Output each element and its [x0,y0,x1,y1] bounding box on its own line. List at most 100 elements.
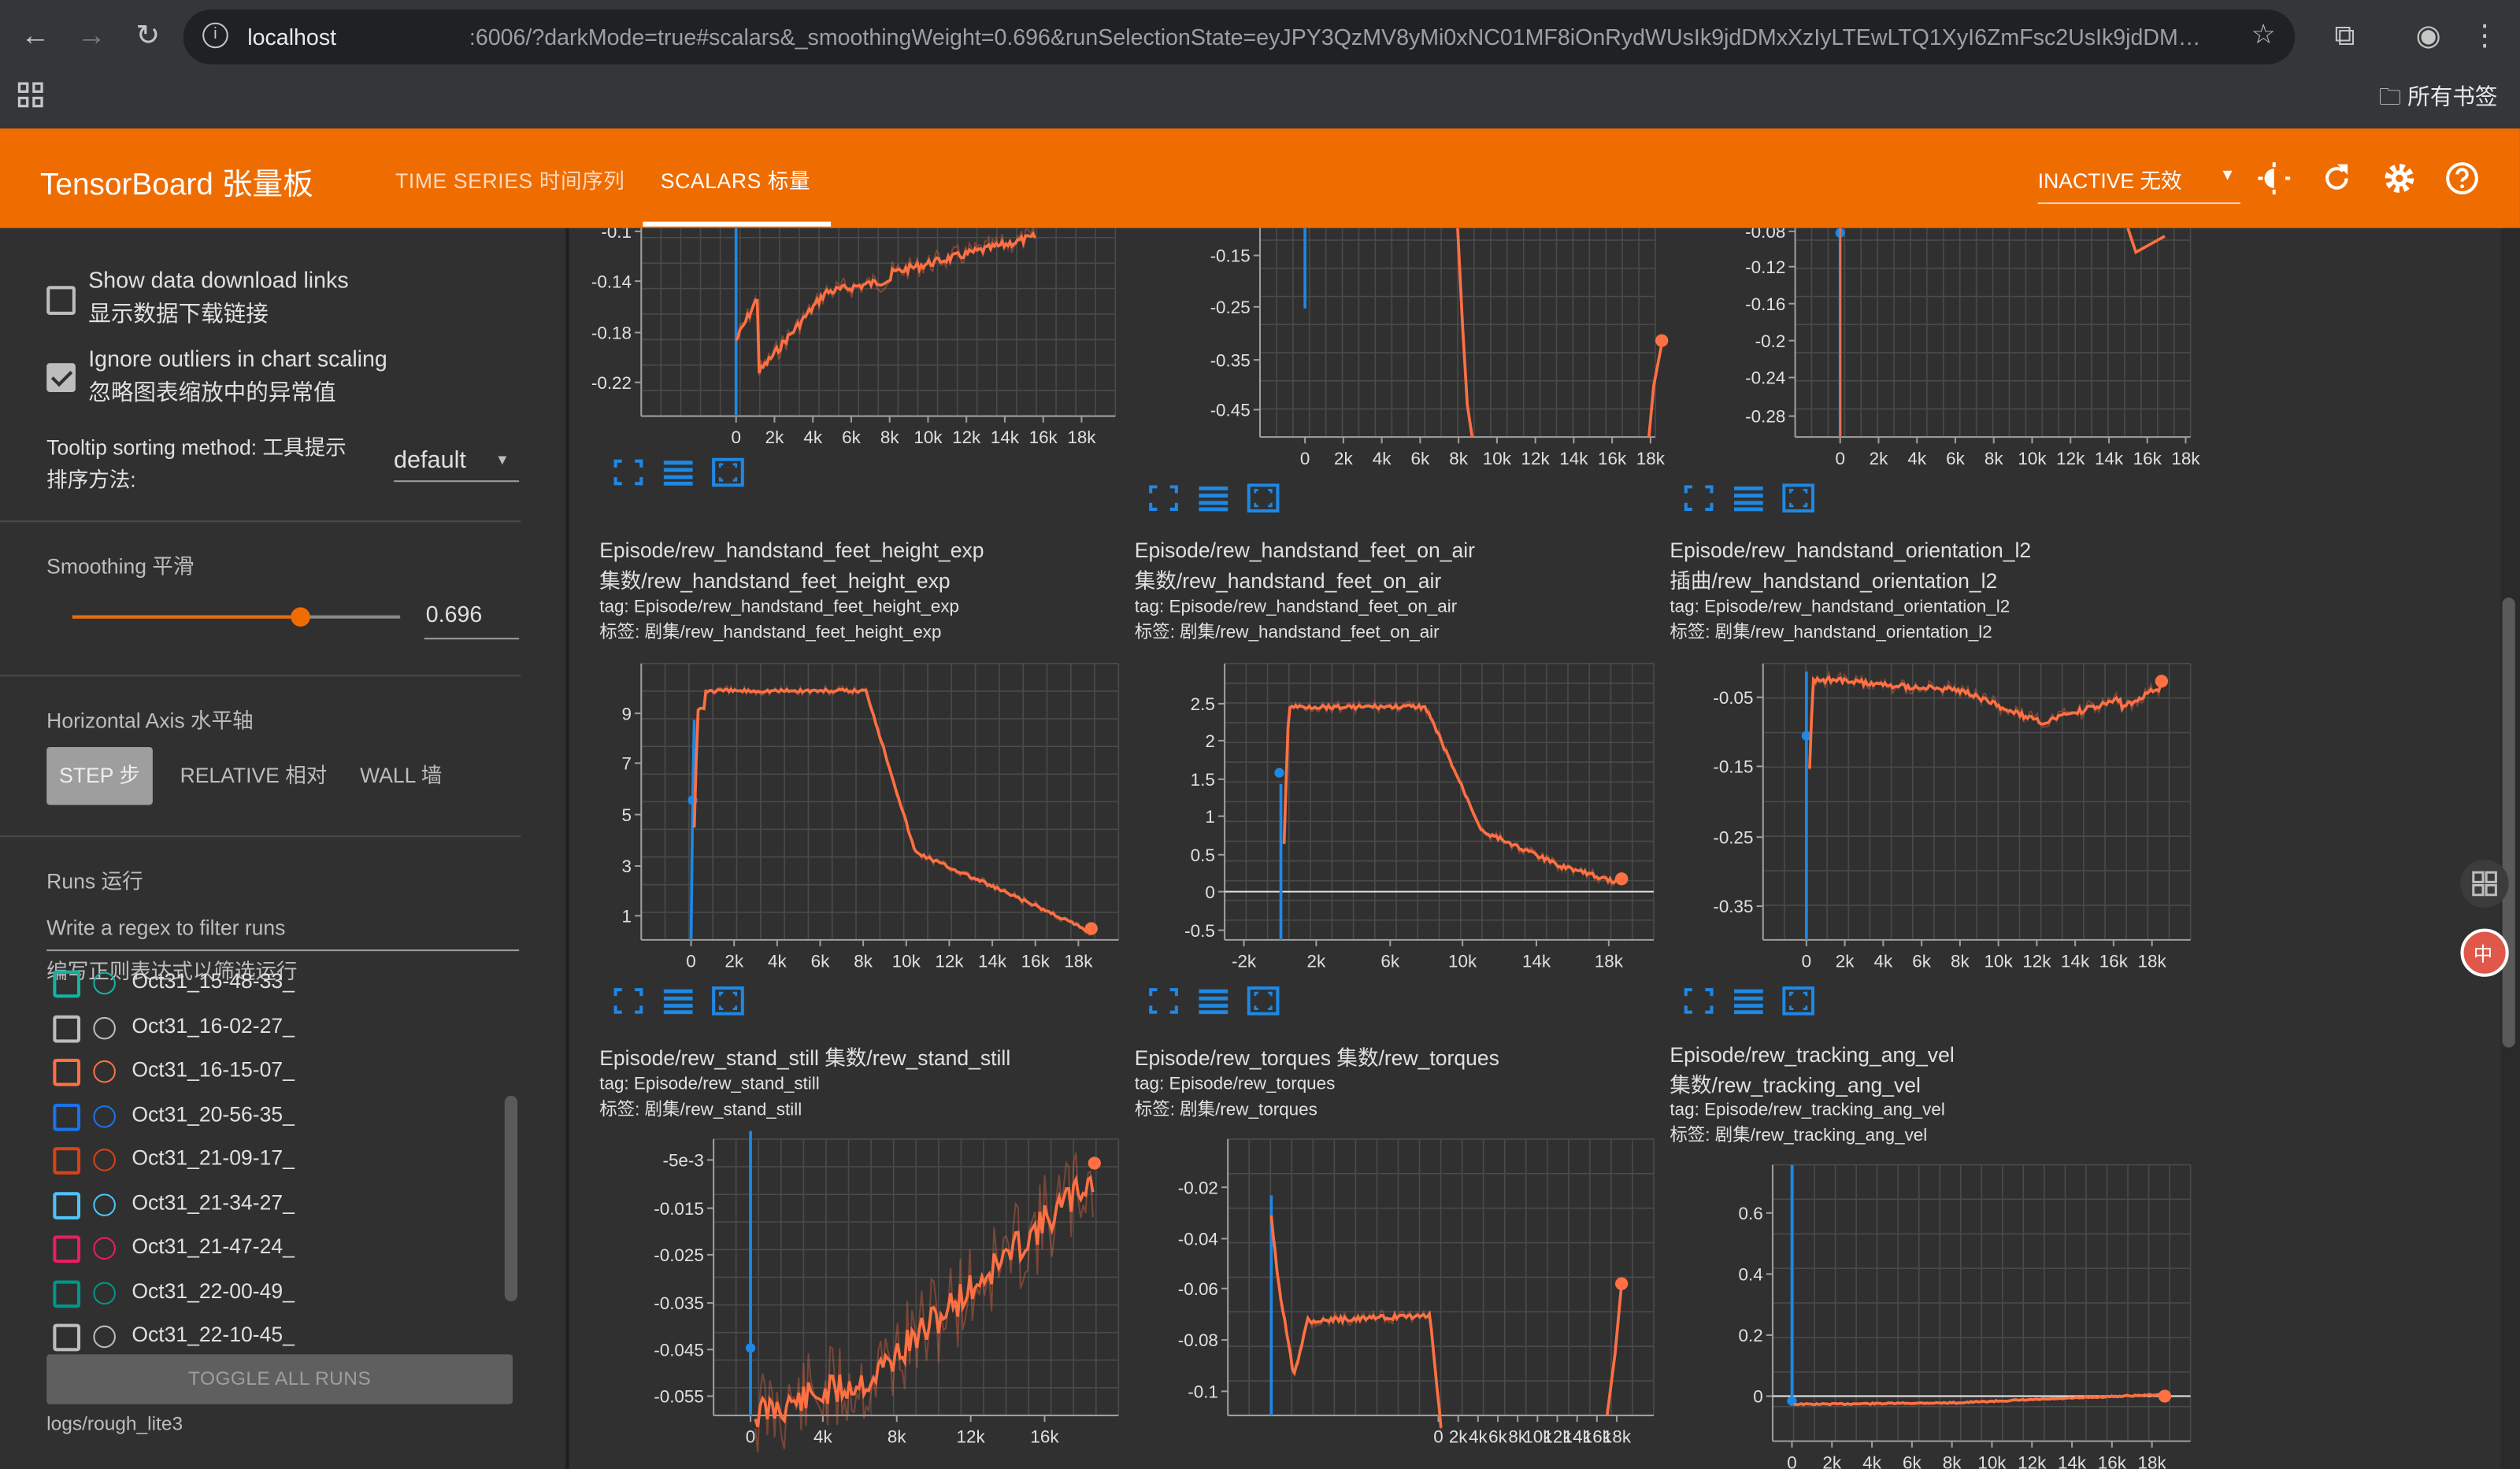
run-item[interactable]: Oct31_21-34-27_ [53,1185,519,1228]
chart-plot[interactable]: 9 7 5 3 1 0 2k 4k 6k 8k 10k 12k 14k 16k 18k [569,656,1123,985]
run-color-dot[interactable] [93,1149,116,1171]
fullscreen-icon[interactable] [613,458,645,487]
x-tick-label: 10k [1483,449,1512,468]
data-table-icon[interactable] [662,458,695,487]
run-color-dot[interactable] [93,971,116,995]
y-tick-label: -0.12 [1745,257,1785,277]
run-checkbox[interactable] [53,1235,81,1264]
page-scrollbar[interactable] [2500,228,2520,1469]
qr-icon[interactable] [2460,859,2509,908]
fullscreen-icon[interactable] [1683,986,1715,1016]
data-table-icon[interactable] [1732,986,1765,1016]
chart-plot[interactable]: -0.02-0.04-0.06-0.08-0.10 2k 4k 6k 8k10k12k1… [1104,1131,1658,1460]
reload-icon[interactable]: ↻ [128,16,167,54]
run-item[interactable]: Oct31_16-02-27_ [53,1008,519,1052]
x-tick-label: 6k [1488,1427,1507,1447]
chart-title: Episode/rew_handstand_feet_height_exp [599,538,984,563]
chart-plot[interactable]: -0.05 -0.15 -0.25 -0.35 0 2k 4k 6k 8k 10k 12k 14k 16… [1640,656,2194,985]
run-item[interactable]: Oct31_21-47-24_ [53,1229,519,1272]
chart-plot[interactable]: -0.08 -0.12 -0.16 -0.2 -0.24 -0.28 0 2k 4k 6k 8k 10… [1640,228,2200,479]
fit-domain-icon[interactable] [1247,483,1280,513]
site-info-icon[interactable]: i [202,22,228,49]
run-checkbox[interactable] [53,1279,81,1308]
run-color-dot[interactable] [93,1016,116,1039]
y-tick-label: -0.08 [1745,228,1785,242]
runs-filter-input[interactable]: Write a regex to filter runs [46,916,520,952]
star-icon[interactable]: ☆ [2251,19,2276,51]
run-checkbox[interactable] [53,970,81,998]
chart-plot[interactable]: 0.6 0.4 0.2 0 0 2k 4k 6k 8k 10k 12k 14k 16k 18k [1640,1156,2194,1469]
chart-plot[interactable]: -0.1 -0.14 -0.18 -0.22 0 2k 4k 6k 8k 10k 12k 14k 16k… [569,228,1123,453]
fullscreen-icon[interactable] [1147,986,1180,1016]
profile-icon[interactable]: ◉ [2409,16,2448,54]
fullscreen-icon[interactable] [1147,483,1180,512]
help-icon[interactable] [2444,161,2480,196]
fit-domain-icon[interactable] [1782,986,1815,1016]
dark-mode-icon[interactable] [2256,161,2292,196]
chart-plot[interactable]: -0.15 -0.25 -0.35 -0.45 0 2k 4k 6k 8k 10k 12k 14k 16… [1104,228,1669,479]
run-list-scrollbar[interactable] [504,1095,518,1302]
run-color-dot[interactable] [93,1325,116,1349]
axis-step-button[interactable]: STEP 步 [46,746,153,805]
plugin-select[interactable]: INACTIVE 无效 ▼ [2037,164,2240,205]
run-checkbox[interactable] [53,1147,81,1175]
apps-icon[interactable] [16,80,45,109]
divider [0,520,521,523]
chart-plot[interactable]: -5e-3 -0.015 -0.025 -0.035 -0.045 -0.055 0 4k 8k… [569,1130,1123,1460]
menu-icon[interactable]: ⋮ [2466,16,2504,54]
fit-domain-icon[interactable] [712,457,744,487]
data-table-icon[interactable] [1197,986,1229,1016]
run-name: Oct31_21-47-24_ [132,1234,295,1258]
data-table-icon[interactable] [1732,483,1765,512]
address-bar[interactable]: i localhost :6006/?darkMode=true#scalars… [183,9,2296,65]
run-item[interactable]: Oct31_16-15-07_ [53,1053,519,1096]
tooltip-sort-select[interactable]: default ▼ [393,443,520,483]
data-table-icon[interactable] [662,986,695,1016]
y-tick-label: 1.5 [1191,770,1215,790]
tab-scalars[interactable]: SCALARS 标量 [661,164,810,194]
run-color-dot[interactable] [93,1281,116,1304]
axis-relative-button[interactable]: RELATIVE 相对 [180,747,328,805]
run-checkbox[interactable] [53,1014,81,1042]
chart-title: Episode/rew_handstand_feet_on_air [1134,538,1476,563]
fullscreen-icon[interactable] [613,986,645,1016]
refresh-icon[interactable] [2319,161,2355,196]
fit-domain-icon[interactable] [1247,986,1280,1016]
ignore-outliers-checkbox[interactable] [46,363,76,392]
series-orange-point [1615,872,1629,886]
fullscreen-icon[interactable] [1683,483,1715,512]
extensions-icon[interactable]: ⧉ [2325,16,2364,54]
data-table-icon[interactable] [1197,483,1229,512]
run-color-dot[interactable] [93,1105,116,1127]
run-color-dot[interactable] [93,1060,116,1083]
card-toolbar [613,986,758,1019]
axis-wall-button[interactable]: WALL 墙 [360,747,442,805]
fit-domain-icon[interactable] [712,986,744,1016]
tab-time-series[interactable]: TIME SERIES 时间序列 [395,164,624,194]
page-scrollbar-thumb[interactable] [2502,598,2515,1048]
y-tick-label: -0.025 [654,1245,704,1265]
settings-icon[interactable] [2381,161,2417,196]
run-item[interactable]: Oct31_21-09-17_ [53,1141,519,1184]
translate-icon[interactable]: 中 [2460,928,2509,977]
run-item[interactable]: Oct31_15-48-33_ [53,964,519,1007]
run-item[interactable]: Oct31_22-00-49_ [53,1273,519,1316]
run-checkbox[interactable] [53,1323,81,1352]
smoothing-slider-thumb[interactable] [291,607,310,627]
forward-icon[interactable]: → [72,16,111,54]
run-color-dot[interactable] [93,1193,116,1216]
run-color-dot[interactable] [93,1237,116,1260]
run-checkbox[interactable] [53,1058,81,1086]
smoothing-input[interactable]: 0.696 [424,601,520,640]
toggle-all-runs-button[interactable]: TOGGLE ALL RUNS [46,1354,513,1404]
run-checkbox[interactable] [53,1191,81,1219]
show-download-label: Show data download links [88,266,349,293]
all-bookmarks[interactable]: 🗀 所有书签 [2379,80,2498,119]
show-download-checkbox[interactable] [46,286,76,315]
run-checkbox[interactable] [53,1103,81,1130]
run-name: Oct31_22-10-45_ [132,1322,295,1347]
back-icon[interactable]: ← [16,16,54,54]
fit-domain-icon[interactable] [1782,483,1815,513]
chart-plot[interactable]: 2.5 2 1.5 1 0.5 0 -0.5 -2k 2k 6k 10k 14k 18k [1104,656,1658,985]
run-item[interactable]: Oct31_20-56-35_ [53,1097,519,1140]
